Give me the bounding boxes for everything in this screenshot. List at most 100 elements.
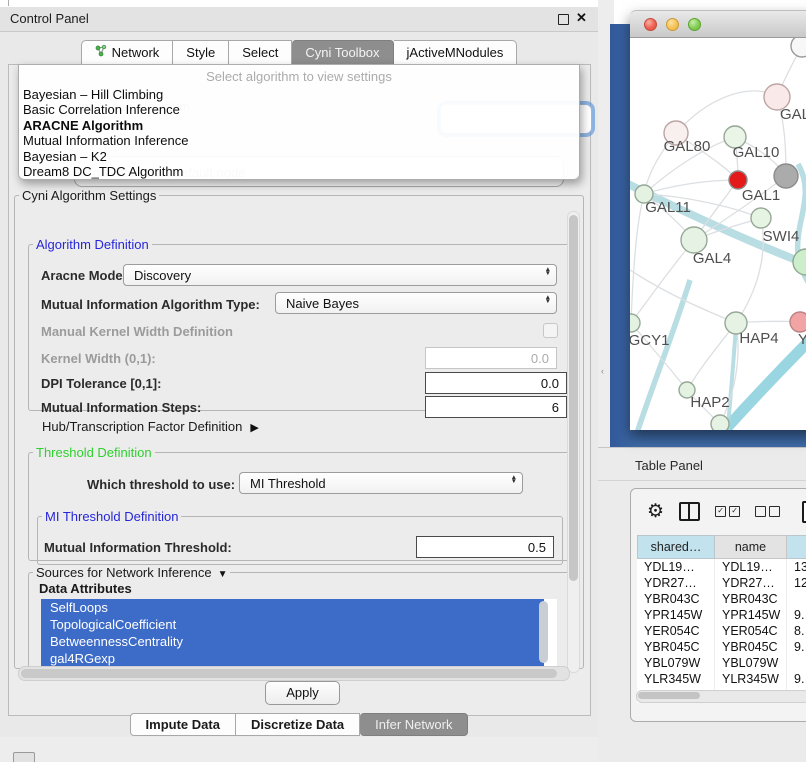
attribute-item[interactable]: SelfLoops — [41, 599, 544, 616]
table-row[interactable]: YBL079WYBL079W — [637, 655, 806, 671]
network-node-y[interactable] — [790, 312, 806, 332]
table-cell: YDR27… — [715, 575, 787, 591]
mi-type-value: Naive Bayes — [286, 296, 359, 311]
table-toolbar: ⚙ ✓✓ — [631, 489, 806, 533]
table-row[interactable]: YBR045CYBR045C9. — [637, 639, 806, 655]
algorithm-option[interactable]: Basic Correlation Inference — [19, 102, 579, 117]
mi-threshold-field[interactable]: 0.5 — [416, 536, 554, 558]
minimize-window-icon[interactable] — [666, 18, 679, 31]
aracne-mode-combobox[interactable]: Discovery ▲▼ — [123, 264, 557, 286]
table-cell: YBL079W — [715, 655, 787, 671]
divider — [598, 480, 806, 481]
which-threshold-combobox[interactable]: MI Threshold ▲▼ — [239, 472, 523, 494]
deselect-all-icon[interactable] — [755, 506, 780, 517]
table-row[interactable]: YDL19…YDL19…13 — [637, 559, 806, 575]
attribute-item[interactable]: gal4RGexp — [41, 650, 544, 667]
attribute-item[interactable]: BetweennessCentrality — [41, 633, 544, 650]
node-label-gal4: GAL4 — [693, 250, 731, 267]
column-header-shared…[interactable]: shared… — [637, 535, 715, 559]
control-panel-title: Control Panel — [10, 11, 89, 26]
column-header-name[interactable]: name — [715, 535, 787, 559]
attribute-item[interactable]: TopologicalCoefficient — [41, 616, 544, 633]
manual-kernel-checkbox[interactable] — [543, 323, 558, 338]
gear-icon[interactable]: ⚙ — [647, 502, 664, 521]
table-cell — [787, 591, 806, 607]
table-cell — [787, 655, 806, 671]
algorithm-option[interactable]: Bayesian – K2 — [19, 149, 579, 164]
node-label-swi4: SWI4 — [763, 228, 800, 245]
dpi-tolerance-field[interactable]: 0.0 — [425, 372, 567, 394]
manual-kernel-label: Manual Kernel Width Definition — [41, 324, 233, 339]
which-threshold-value: MI Threshold — [250, 476, 326, 491]
table-cell: 13 — [787, 559, 806, 575]
table-row[interactable]: YER054CYER054C8. — [637, 623, 806, 639]
table-cell: 9. — [787, 671, 806, 687]
kernel-width-field[interactable]: 0.0 — [425, 347, 557, 369]
algorithm-option[interactable]: Dream8 DC_TDC Algorithm — [19, 164, 579, 179]
table-horizontal-scrollbar[interactable] — [636, 690, 806, 703]
node-label-hap4: HAP4 — [739, 330, 778, 347]
column-header-A[interactable]: A — [787, 535, 806, 559]
cyni-algorithm-settings-group: Cyni Algorithm Settings Algorithm Defini… — [14, 188, 584, 669]
node-label-gal80: GAL80 — [664, 138, 711, 155]
network-node[interactable] — [791, 38, 806, 57]
tab-style[interactable]: Style — [173, 40, 229, 65]
list-scrollbar[interactable] — [539, 601, 548, 663]
network-node[interactable] — [751, 208, 771, 228]
column-view-icon[interactable] — [679, 502, 700, 521]
mini-corner-button[interactable] — [13, 752, 35, 762]
mi-steps-field[interactable]: 6 — [425, 396, 567, 418]
table-row[interactable]: YLR345WYLR345W9. — [637, 671, 806, 687]
zoom-window-icon[interactable] — [688, 18, 701, 31]
aracne-mode-label: Aracne Mode: — [41, 268, 127, 283]
apply-button[interactable]: Apply — [265, 681, 340, 705]
screen: Control Panel ✕ Network StyleSelectCyni T… — [0, 0, 806, 762]
algorithm-option[interactable]: Mutual Information Inference — [19, 133, 579, 148]
settings-group-title: Cyni Algorithm Settings — [19, 188, 159, 203]
data-attributes-list[interactable]: SelfLoopsTopologicalCoefficientBetweenne… — [41, 599, 557, 669]
node-label-y: Y — [798, 331, 806, 348]
splitter-handle[interactable]: ‹ — [601, 366, 604, 376]
tab-label: Network — [112, 41, 160, 64]
table-cell: 12 — [787, 575, 806, 591]
float-window-icon[interactable] — [558, 14, 569, 25]
tab-infer-network[interactable]: Infer Network — [360, 713, 468, 736]
hub-definition-toggle[interactable]: Hub/Transcription Factor Definition▶ — [42, 419, 259, 434]
table-row[interactable]: YBR043CYBR043C — [637, 591, 806, 607]
settings-vertical-scrollbar[interactable] — [567, 211, 580, 673]
table-cell: YLR345W — [715, 671, 787, 687]
network-node-gcy1[interactable] — [630, 314, 640, 332]
stepper-arrows-icon: ▲▼ — [545, 268, 551, 276]
select-all-icon[interactable]: ✓✓ — [715, 506, 740, 517]
tab-network[interactable]: Network — [81, 40, 174, 65]
file-icon[interactable] — [802, 501, 806, 523]
settings-horizontal-scrollbar[interactable] — [18, 666, 570, 681]
sources-title[interactable]: Sources for Network Inference▼ — [33, 565, 230, 580]
threshold-definition-group: Threshold Definition Which threshold to … — [28, 445, 570, 561]
tab-discretize-data[interactable]: Discretize Data — [236, 713, 360, 736]
control-panel-tabbar: Network StyleSelectCyni ToolboxjActiveMNo… — [0, 40, 598, 65]
tab-cyni-toolbox[interactable]: Cyni Toolbox — [292, 40, 393, 65]
network-node-swi4[interactable] — [793, 249, 806, 275]
tab-select[interactable]: Select — [229, 40, 292, 65]
mi-type-combobox[interactable]: Naive Bayes ▲▼ — [275, 292, 557, 314]
tab-impute-data[interactable]: Impute Data — [130, 713, 236, 736]
table-cell: 9. — [787, 607, 806, 623]
close-window-icon[interactable] — [644, 18, 657, 31]
collapsed-arrow-icon: ▶ — [250, 421, 258, 434]
close-icon[interactable]: ✕ — [576, 10, 587, 26]
table-panel-title: Table Panel — [635, 458, 703, 473]
aracne-mode-value: Discovery — [134, 268, 191, 283]
table-row[interactable]: YDR27…YDR27…12 — [637, 575, 806, 591]
network-canvas[interactable]: GALGAL80GAL10GAL1GAL11GAL4SWI4GCY1HAP4YH… — [630, 38, 806, 430]
tab-jactivemnodules[interactable]: jActiveMNodules — [394, 40, 518, 65]
network-node[interactable] — [711, 415, 729, 430]
algorithm-option[interactable]: Bayesian – Hill Climbing — [19, 87, 579, 102]
network-node[interactable] — [774, 164, 798, 188]
which-threshold-label: Which threshold to use: — [87, 477, 235, 492]
mi-threshold-definition-title: MI Threshold Definition — [42, 509, 181, 524]
table-row[interactable]: YPR145WYPR145W9. — [637, 607, 806, 623]
mi-steps-label: Mutual Information Steps: — [41, 400, 201, 415]
table-panel: ⚙ ✓✓ shared…nameA YDL19…YDL19…13YDR27…YD… — [630, 488, 806, 722]
algorithm-option[interactable]: ARACNE Algorithm — [19, 118, 579, 133]
